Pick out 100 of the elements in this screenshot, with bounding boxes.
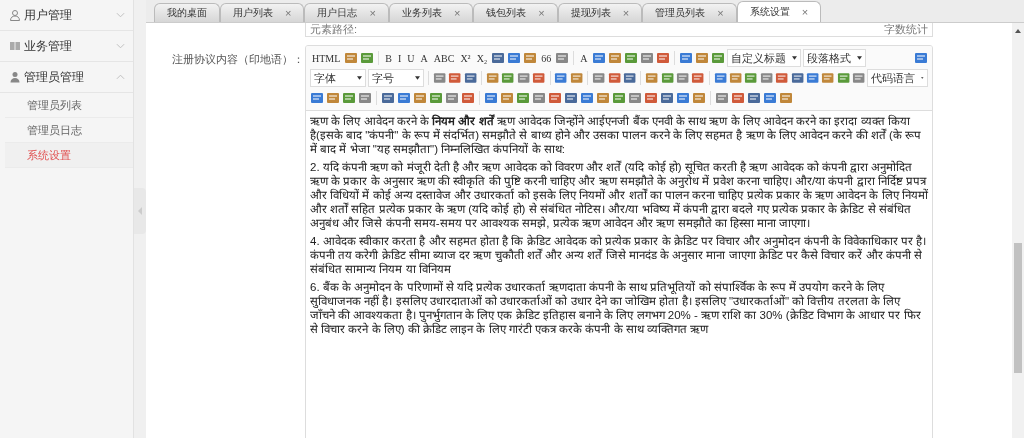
tab[interactable]: 用户日志 × <box>304 3 389 22</box>
tab[interactable]: 业务列表 × <box>388 3 474 22</box>
toolbar-button[interactable]: B <box>383 50 394 66</box>
menu-group[interactable]: 管理员管理 <box>0 62 133 93</box>
toolbar-icon[interactable] <box>914 51 928 65</box>
toolbar-icon[interactable] <box>692 91 706 105</box>
toolbar-icon[interactable] <box>660 71 674 85</box>
toolbar-icon[interactable] <box>676 71 690 85</box>
toolbar-button[interactable]: HTML <box>310 50 343 66</box>
menu-item[interactable]: 管理员列表 <box>5 93 133 118</box>
toolbar-icon[interactable] <box>592 71 606 85</box>
toolbar-icon[interactable] <box>564 91 578 105</box>
tab[interactable]: 我的桌面 <box>154 3 220 22</box>
toolbar-icon[interactable] <box>580 91 594 105</box>
toolbar-icon[interactable] <box>644 91 658 105</box>
toolbar-icon[interactable] <box>507 51 522 65</box>
toolbar-icon[interactable] <box>622 71 637 85</box>
tab[interactable]: 用户列表 × <box>220 3 305 22</box>
tab[interactable]: 管理员列表 × <box>642 3 737 22</box>
toolbar-icon[interactable] <box>694 51 709 65</box>
toolbar-icon[interactable] <box>596 91 610 105</box>
toolbar-button[interactable]: X₂ <box>474 50 490 66</box>
toolbar-icon[interactable] <box>500 91 514 105</box>
toolbar-icon[interactable] <box>523 51 538 65</box>
toolbar-icon[interactable] <box>413 91 427 105</box>
dropdown[interactable]: 字号 <box>368 69 424 87</box>
toolbar-icon[interactable] <box>775 71 789 85</box>
toolbar-icon[interactable] <box>821 71 835 85</box>
toolbar-icon[interactable] <box>344 51 359 65</box>
toolbar-button[interactable]: ABC <box>431 50 457 66</box>
menu-item[interactable]: 系统设置 <box>5 143 133 168</box>
menu-group[interactable]: 用户管理 <box>0 0 133 31</box>
toolbar-icon[interactable] <box>445 91 459 105</box>
toolbar-icon[interactable] <box>676 91 690 105</box>
toolbar-icon[interactable] <box>779 91 793 105</box>
toolbar-icon[interactable] <box>548 91 562 105</box>
toolbar-button[interactable]: I <box>396 50 404 66</box>
scrollbar-thumb[interactable] <box>1014 243 1022 373</box>
toolbar-icon[interactable] <box>326 91 340 105</box>
toolbar-icon[interactable] <box>715 91 729 105</box>
close-icon[interactable]: × <box>622 7 630 19</box>
toolbar-icon[interactable] <box>554 71 568 85</box>
toolbar-icon[interactable] <box>448 71 462 85</box>
toolbar-icon[interactable] <box>759 71 774 85</box>
toolbar-icon[interactable] <box>660 91 674 105</box>
close-icon[interactable]: × <box>538 7 545 19</box>
toolbar-icon[interactable] <box>310 91 324 105</box>
close-icon[interactable]: × <box>717 7 724 19</box>
tab[interactable]: 提现列表 × <box>557 3 643 22</box>
toolbar-icon[interactable] <box>569 71 584 85</box>
toolbar-button[interactable]: X² <box>458 50 473 66</box>
toolbar-icon[interactable] <box>463 71 478 85</box>
toolbar-icon[interactable] <box>852 71 866 85</box>
toolbar-icon[interactable] <box>358 91 372 105</box>
collapse-handle[interactable] <box>134 188 146 234</box>
toolbar-icon[interactable] <box>805 71 820 85</box>
dropdown[interactable]: 自定义标题 <box>726 49 801 67</box>
toolbar-icon[interactable] <box>461 91 475 105</box>
toolbar-icon[interactable] <box>516 91 530 105</box>
toolbar-icon[interactable] <box>678 51 693 65</box>
toolbar-icon[interactable] <box>628 91 642 105</box>
toolbar-icon[interactable] <box>790 71 804 85</box>
menu-group[interactable]: 业务管理 <box>0 31 133 62</box>
toolbar-icon[interactable] <box>645 71 659 85</box>
close-icon[interactable]: × <box>369 7 376 19</box>
toolbar-icon[interactable] <box>486 71 500 85</box>
close-icon[interactable]: × <box>801 6 809 18</box>
toolbar-icon[interactable] <box>607 51 622 65</box>
toolbar-icon[interactable] <box>381 91 395 105</box>
toolbar-icon[interactable] <box>710 51 725 65</box>
scrollbar[interactable] <box>1012 23 1024 438</box>
toolbar-icon[interactable] <box>555 51 570 65</box>
toolbar-icon[interactable] <box>623 51 638 65</box>
close-icon[interactable]: × <box>285 7 292 19</box>
toolbar-icon[interactable] <box>763 91 777 105</box>
toolbar-icon[interactable] <box>484 91 498 105</box>
toolbar-button[interactable]: A <box>418 50 430 66</box>
toolbar-button[interactable]: A <box>578 50 590 66</box>
toolbar-icon[interactable] <box>360 51 375 65</box>
tab[interactable]: 系统设置 × <box>736 1 822 22</box>
close-icon[interactable]: × <box>453 7 461 19</box>
toolbar-icon[interactable] <box>691 71 705 85</box>
toolbar-icon[interactable] <box>342 91 356 105</box>
toolbar-button[interactable]: 66 <box>539 50 554 66</box>
toolbar-icon[interactable] <box>713 71 728 85</box>
toolbar-icon[interactable] <box>516 71 531 85</box>
toolbar-icon[interactable] <box>532 91 546 105</box>
tab[interactable]: 钱包列表 × <box>473 3 558 22</box>
toolbar-icon[interactable] <box>607 71 621 85</box>
toolbar-icon[interactable] <box>612 91 626 105</box>
toolbar-icon[interactable] <box>432 71 447 85</box>
toolbar-icon[interactable] <box>747 91 761 105</box>
toolbar-icon[interactable] <box>501 71 515 85</box>
toolbar-icon[interactable] <box>532 71 546 85</box>
toolbar-icon[interactable] <box>591 51 606 65</box>
toolbar-icon[interactable] <box>429 91 443 105</box>
arrow-up-icon[interactable] <box>1015 29 1021 33</box>
dropdown[interactable]: 字体 <box>310 69 366 87</box>
toolbar-button[interactable]: U <box>405 50 417 66</box>
toolbar-icon[interactable] <box>397 91 411 105</box>
